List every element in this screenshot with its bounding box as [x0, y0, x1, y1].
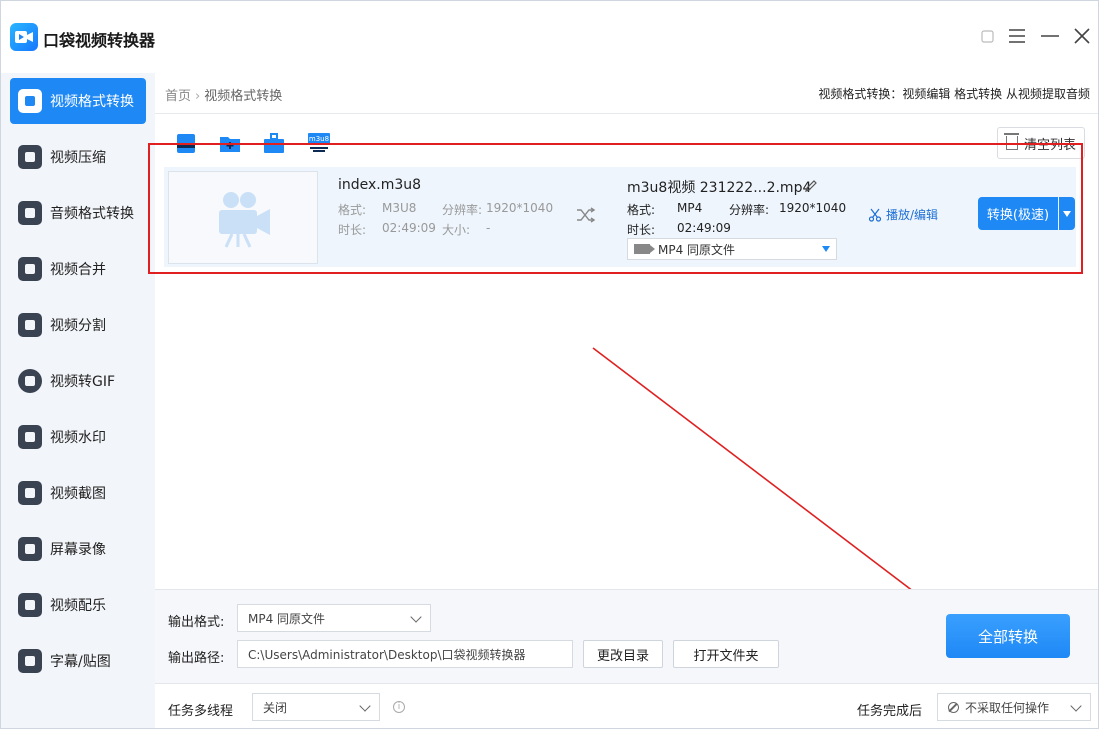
chevron-down-icon [359, 700, 371, 712]
sidebar-item-watermark[interactable]: 视频水印 [10, 414, 146, 460]
sidebar-item-label: 屏幕录像 [50, 542, 106, 558]
sidebar-item-label: 视频合并 [50, 262, 106, 278]
breadcrumb-current: 视频格式转换 [204, 89, 283, 104]
watermark-icon [18, 425, 42, 449]
after-done-value: 不采取任何操作 [965, 700, 1050, 715]
m3u8-icon-label: m3u8 [309, 135, 329, 143]
output-format-value: MP4 同原文件 [248, 611, 326, 626]
sidebar-item-label: 视频水印 [50, 430, 106, 446]
sidebar-item-label: 音频格式转换 [50, 206, 134, 222]
output-format-select[interactable]: MP4 同原文件 [237, 604, 431, 632]
sidebar-item-split[interactable]: 视频分割 [10, 302, 146, 348]
sidebar-item-gif[interactable]: 视频转GIF [10, 358, 146, 404]
output-path-field[interactable]: C:\Users\Administrator\Desktop\口袋视频转换器 [237, 640, 573, 668]
audio-convert-icon [18, 201, 42, 225]
multithread-select[interactable]: 关闭 [252, 693, 380, 721]
sidebar-item-screenshot[interactable]: 视频截图 [10, 470, 146, 516]
sidebar: 视频格式转换 视频压缩 音频格式转换 视频合并 视频分割 视频转GIF 视频水印 [1, 73, 155, 728]
restore-icon[interactable] [977, 25, 999, 47]
gif-icon [18, 369, 42, 393]
after-done-select[interactable]: 不采取任何操作 [937, 693, 1091, 721]
header-divider [155, 113, 1098, 114]
output-format-label: 输出格式: [168, 615, 225, 630]
sidebar-item-label: 视频分割 [50, 318, 106, 334]
screenshot-icon [18, 481, 42, 505]
after-done-label: 任务完成后 [857, 704, 923, 719]
video-logo-icon [10, 23, 38, 51]
compress-icon [18, 145, 42, 169]
multithread-label: 任务多线程 [168, 704, 234, 719]
feature-description: 视频格式转换：视频编辑 格式转换 从视频提取音频 [818, 87, 1090, 101]
sidebar-item-subtitle[interactable]: 字幕/贴图 [10, 638, 146, 684]
screen-record-icon [18, 537, 42, 561]
chevron-down-icon [1070, 700, 1082, 712]
breadcrumb-home[interactable]: 首页 [165, 89, 191, 104]
sidebar-item-compress[interactable]: 视频压缩 [10, 134, 146, 180]
minimize-icon[interactable] [1039, 25, 1061, 47]
sidebar-item-label: 视频截图 [50, 486, 106, 502]
chevron-down-icon [410, 611, 422, 623]
sidebar-item-music[interactable]: 视频配乐 [10, 582, 146, 628]
subtitle-icon [18, 649, 42, 673]
menu-icon[interactable] [1006, 25, 1028, 47]
sidebar-item-label: 字幕/贴图 [50, 654, 111, 670]
sidebar-item-label: 视频压缩 [50, 150, 106, 166]
sidebar-item-screen-record[interactable]: 屏幕录像 [10, 526, 146, 572]
app-title: 口袋视频转换器 [43, 31, 156, 50]
title-bar: 口袋视频转换器 [1, 1, 1098, 73]
merge-icon [18, 257, 42, 281]
sidebar-item-label: 视频格式转换 [50, 94, 134, 110]
sidebar-item-merge[interactable]: 视频合并 [10, 246, 146, 292]
sidebar-item-audio-convert[interactable]: 音频格式转换 [10, 190, 146, 236]
sidebar-item-label: 视频配乐 [50, 598, 106, 614]
split-icon [18, 313, 42, 337]
annotation-highlight-box [148, 143, 1083, 274]
music-icon [18, 593, 42, 617]
output-path-label: 输出路径: [168, 651, 225, 666]
convert-all-button[interactable]: 全部转换 [946, 614, 1070, 658]
sidebar-item-label: 视频转GIF [50, 374, 116, 390]
app-window: 口袋视频转换器 视频格式转换 视频压缩 音频格式转换 视频合并 视频分割 视频转… [0, 0, 1099, 729]
sidebar-item-video-convert[interactable]: 视频格式转换 [10, 78, 146, 124]
change-directory-button[interactable]: 更改目录 [583, 640, 663, 668]
output-path-value: C:\Users\Administrator\Desktop\口袋视频转换器 [248, 647, 526, 662]
video-convert-icon [18, 89, 42, 113]
info-icon[interactable]: i [393, 701, 405, 713]
breadcrumb: 首页 › 视频格式转换 [165, 85, 282, 104]
breadcrumb-separator: › [195, 89, 201, 104]
multithread-value: 关闭 [263, 700, 288, 715]
close-icon[interactable] [1071, 25, 1093, 47]
no-action-icon [948, 701, 959, 713]
open-folder-button[interactable]: 打开文件夹 [673, 640, 779, 668]
